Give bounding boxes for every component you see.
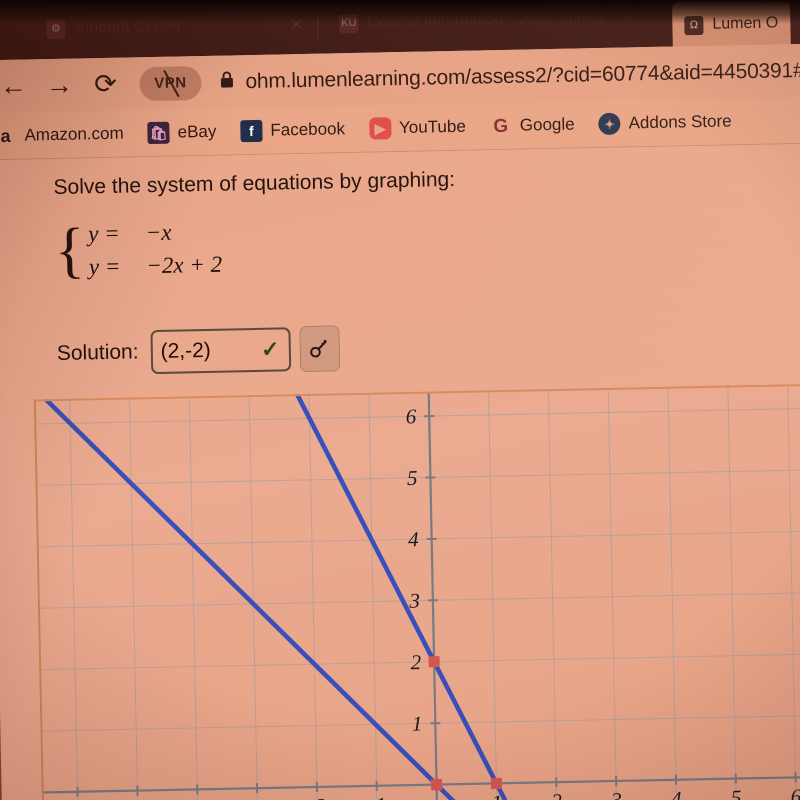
equation-2-lhs: y = xyxy=(88,253,121,280)
lock-icon xyxy=(219,70,234,93)
bookmark-label-facebook: Facebook xyxy=(270,119,346,140)
google-icon: G xyxy=(493,115,509,137)
coordinate-graph[interactable]: -6-5-4-3-2-1123456123456 xyxy=(33,383,800,800)
line-series-1 xyxy=(294,391,518,800)
solution-label: Solution: xyxy=(56,340,139,365)
tab-student-center[interactable]: ⚙ Student Center xyxy=(34,0,195,55)
question-prompt: Solve the system of equations by graphin… xyxy=(53,167,456,200)
bookmark-ebay[interactable]: 🛍 eBay xyxy=(147,121,217,145)
bookmark-google[interactable]: G Google xyxy=(490,114,575,138)
tab-favicon-course-information: KU xyxy=(339,13,359,33)
graph-point xyxy=(430,778,443,791)
tick-label: 3 xyxy=(610,788,622,800)
back-icon[interactable]: ← xyxy=(0,66,34,107)
amazon-icon: a xyxy=(0,125,11,147)
address-bar-url[interactable]: ohm.lumenlearning.com/assess2/?cid=60774… xyxy=(245,58,800,93)
tick-label: -3 xyxy=(248,795,266,800)
tick-label: 3 xyxy=(408,589,420,613)
solution-row: Solution: (2,-2) ✓ xyxy=(56,325,341,377)
tab-close-course-information[interactable]: ✕ xyxy=(623,8,636,26)
tick-label: 1 xyxy=(412,711,423,735)
answer-key-button[interactable] xyxy=(299,325,341,373)
tick-label: 6 xyxy=(405,404,416,428)
graph-svg: -6-5-4-3-2-1123456123456 xyxy=(34,384,800,800)
key-icon xyxy=(310,339,328,357)
tick-label: 4 xyxy=(408,527,419,551)
tick-label: 1 xyxy=(491,790,502,800)
graph-point xyxy=(490,777,503,789)
equation-2-rhs: −2x + 2 xyxy=(146,251,223,279)
facebook-icon: f xyxy=(240,119,263,143)
tab-lumen-ohm[interactable]: Ω Lumen O xyxy=(671,0,791,51)
tab-close-student-center[interactable]: ✕ xyxy=(290,16,302,33)
bookmark-addons-store[interactable]: ✦ Addons Store xyxy=(598,110,732,136)
bookmark-youtube[interactable]: ▶ YouTube xyxy=(368,116,467,140)
tab-favicon-lumen-ohm: Ω xyxy=(684,15,704,35)
bookmark-facebook[interactable]: f Facebook xyxy=(240,118,346,143)
screen-photo: ⚙ Student Center ✕ KU Course Information… xyxy=(0,0,800,800)
bookmark-label-addons-store: Addons Store xyxy=(628,111,732,133)
tick-label: -1 xyxy=(368,793,386,800)
tick-label: 5 xyxy=(731,785,742,800)
tick-label: -2 xyxy=(308,794,326,800)
reload-icon[interactable]: ⟳ xyxy=(85,64,126,105)
assessment-page: Solve the system of equations by graphin… xyxy=(0,143,800,800)
tab-title-lumen-ohm: Lumen O xyxy=(712,14,779,33)
equation-row-2: y = −2x + 2 xyxy=(89,252,223,281)
youtube-icon: ▶ xyxy=(368,117,392,140)
tick-label: -4 xyxy=(189,796,207,800)
equation-brace: { xyxy=(54,216,86,286)
ebay-icon: 🛍 xyxy=(147,121,170,145)
browser-window: ⚙ Student Center ✕ KU Course Information… xyxy=(0,0,800,800)
tab-separator xyxy=(317,9,319,40)
bookmark-label-amazon: Amazon.com xyxy=(24,123,124,145)
tab-title-student-center: Student Center xyxy=(74,17,183,37)
tab-course-information[interactable]: KU Course Information - 2022 Spring ✕ xyxy=(327,0,648,49)
bookmark-label-youtube: YouTube xyxy=(398,116,467,138)
equation-row-1: y = −x xyxy=(88,219,222,248)
graph-point xyxy=(428,656,440,668)
bookmark-amazon[interactable]: a Amazon.com xyxy=(0,123,124,148)
forward-icon[interactable]: → xyxy=(39,65,80,106)
correct-check-icon: ✓ xyxy=(260,336,280,362)
bookmark-label-google: Google xyxy=(519,114,575,135)
vpn-toggle-button[interactable]: VPN xyxy=(139,65,202,101)
tab-favicon-student-center: ⚙ xyxy=(46,19,66,39)
solution-input[interactable]: (2,-2) ✓ xyxy=(150,327,291,375)
equation-1-lhs: y = xyxy=(87,220,120,247)
equation-1-rhs: −x xyxy=(145,219,172,246)
plotted-lines xyxy=(43,391,518,800)
system-of-equations: { y = −x y = −2x + 2 xyxy=(54,216,223,286)
tab-title-course-information: Course Information - 2022 Spring xyxy=(367,8,604,31)
bookmark-label-ebay: eBay xyxy=(177,121,217,142)
tick-label: 2 xyxy=(410,650,421,674)
tick-label: 2 xyxy=(551,789,562,800)
tick-label: 5 xyxy=(407,466,418,490)
graph-canvas: -6-5-4-3-2-1123456123456 xyxy=(33,383,800,800)
tick-label: 6 xyxy=(790,784,800,800)
addons-store-icon: ✦ xyxy=(598,112,621,136)
screen-bezel-left xyxy=(0,160,3,800)
solution-input-value: (2,-2) xyxy=(160,338,211,363)
tick-label: 4 xyxy=(671,787,682,800)
